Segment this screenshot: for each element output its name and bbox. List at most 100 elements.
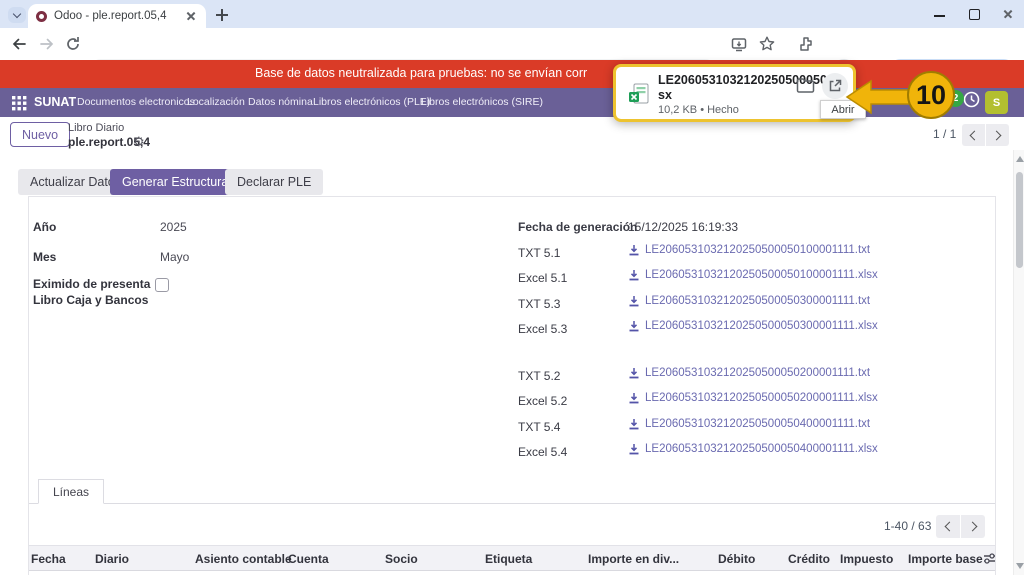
browser-tab[interactable]: Odoo - ple.report.05,4 [28,4,206,28]
annotation-step-number: 10 [907,71,955,119]
year-label: Año [33,220,57,234]
scroll-down-icon[interactable] [1016,563,1024,569]
nav-item-datos-nomina[interactable]: Datos nómina [248,96,313,108]
nav-item-documentos-electronicos[interactable]: Documentos electronicos [77,96,195,108]
gear-icon[interactable]: ⚙ [133,134,145,150]
banner-text: Base de datos neutralizada para pruebas:… [255,66,588,80]
download-tray-icon [629,270,639,281]
file-download-link[interactable]: LE2060531032120250500050200001111.txt [628,367,870,379]
pager-next-button[interactable] [986,124,1009,146]
chevron-left-icon [969,130,980,140]
file-label: Excel 5.2 [518,394,568,408]
pager-prev-button[interactable] [962,124,985,146]
download-tray-icon [629,368,639,379]
file-label: Excel 5.4 [518,445,568,459]
nav-item-libros-sire[interactable]: Libros electrónicos (SIRE) [421,96,543,108]
month-value[interactable]: Mayo [160,250,189,264]
download-filename-line2: sx [658,88,672,102]
nav-item-libros-ple[interactable]: Libros electrónicos (PLE) [313,96,430,108]
exempt-checkbox[interactable] [155,278,169,292]
col-header-debito[interactable]: Débito [718,552,755,566]
file-label: Excel 5.3 [518,322,568,336]
vertical-scrollbar[interactable] [1013,150,1024,575]
notebook-divider [29,503,995,504]
back-icon[interactable] [10,35,28,53]
file-label: TXT 5.4 [518,420,561,434]
year-value[interactable]: 2025 [160,220,187,234]
col-header-credito[interactable]: Crédito [788,552,830,566]
file-download-link[interactable]: LE2060531032120250500050100001111.xlsx [628,269,878,281]
save-share-icon[interactable] [730,35,748,53]
declarar-ple-button[interactable]: Declarar PLE [225,169,324,195]
col-header-socio[interactable]: Socio [385,552,418,566]
col-header-etiqueta[interactable]: Etiqueta [485,552,532,566]
user-avatar[interactable]: S [985,91,1008,114]
file-download-link[interactable]: LE2060531032120250500050400001111.xlsx [628,443,878,455]
forward-icon[interactable] [38,35,56,53]
col-header-importe-base[interactable]: Importe base [908,552,983,566]
tab-lineas[interactable]: Líneas [38,479,105,504]
download-file-meta: 10,2 KB • Hecho [658,104,739,116]
nav-brand-sunat[interactable]: SUNAT [34,95,76,109]
col-header-fecha[interactable]: Fecha [31,552,66,566]
window-restore-button[interactable] [966,6,982,22]
reload-icon[interactable] [64,35,82,53]
chevron-right-icon [967,521,977,532]
month-label: Mes [33,250,57,264]
lines-pager-count: 1-40 / 63 [884,519,932,533]
activities-clock-icon[interactable] [963,91,980,108]
chevron-left-icon [944,521,954,532]
download-tray-icon [629,245,639,256]
new-tab-button[interactable] [214,7,230,23]
download-tray-icon [629,296,639,307]
record-pager-count: 1 / 1 [933,127,957,141]
tab-strip: Odoo - ple.report.05,4 [0,0,1024,28]
browser-window: Odoo - ple.report.05,4 democontable17.so… [0,0,1024,575]
bookmark-star-icon[interactable] [758,35,776,53]
download-tray-icon [629,419,639,430]
file-download-link[interactable]: LE2060531032120250500050300001111.txt [628,295,870,307]
lines-table-header: Fecha Diario Asiento contable Cuenta Soc… [29,545,995,571]
exempt-label-line1: Eximido de presenta [33,277,151,291]
file-label: TXT 5.2 [518,369,561,383]
file-download-link[interactable]: LE2060531032120250500050400001111.txt [628,418,870,430]
new-record-button[interactable]: Nuevo [10,122,71,147]
annotation-arrow-icon [845,79,910,115]
browser-toolbar: democontable17.solse.pe/web#cids=1&menu_… [0,28,1024,85]
window-close-button[interactable] [1000,6,1016,22]
odoo-favicon-icon [36,10,47,22]
apps-grid-icon[interactable] [12,96,27,111]
generation-date-value: 15/12/2025 16:19:33 [628,220,739,234]
excel-file-icon [629,83,649,104]
breadcrumb[interactable]: Libro Diario [68,122,124,134]
col-header-cuenta[interactable]: Cuenta [288,552,329,566]
scrollbar-thumb[interactable] [1016,172,1023,268]
file-label: Excel 5.1 [518,271,568,285]
extensions-icon[interactable] [797,35,815,53]
col-header-impuesto[interactable]: Impuesto [840,552,893,566]
file-download-link[interactable]: LE2060531032120250500050200001111.xlsx [628,392,878,404]
chevron-down-icon [12,9,22,18]
lines-pager-prev-button[interactable] [936,515,960,538]
download-tray-icon [629,321,639,332]
exempt-label-line2: Libro Caja y Bancos [33,293,149,307]
optional-columns-icon[interactable] [982,551,997,566]
col-header-diario[interactable]: Diario [95,552,129,566]
nav-item-localizacion[interactable]: Localización [187,96,245,108]
tab-close-icon[interactable] [184,9,198,23]
file-download-link[interactable]: LE2060531032120250500050300001111.xlsx [628,320,878,332]
file-download-link[interactable]: LE2060531032120250500050100001111.txt [628,244,870,256]
download-tray-icon [629,393,639,404]
lines-pager-next-button[interactable] [961,515,985,538]
chevron-right-icon [991,130,1002,140]
show-in-folder-icon[interactable] [796,77,815,94]
col-header-asiento[interactable]: Asiento contable [195,552,292,566]
tab-search-button[interactable] [8,7,26,23]
tab-title: Odoo - ple.report.05,4 [54,10,167,22]
file-label: TXT 5.1 [518,246,561,260]
download-tray-icon [629,444,639,455]
col-header-importe-div[interactable]: Importe en div... [588,552,679,566]
scroll-up-icon[interactable] [1016,156,1024,162]
generation-date-label: Fecha de generación [518,220,638,234]
window-minimize-button[interactable] [932,6,948,22]
